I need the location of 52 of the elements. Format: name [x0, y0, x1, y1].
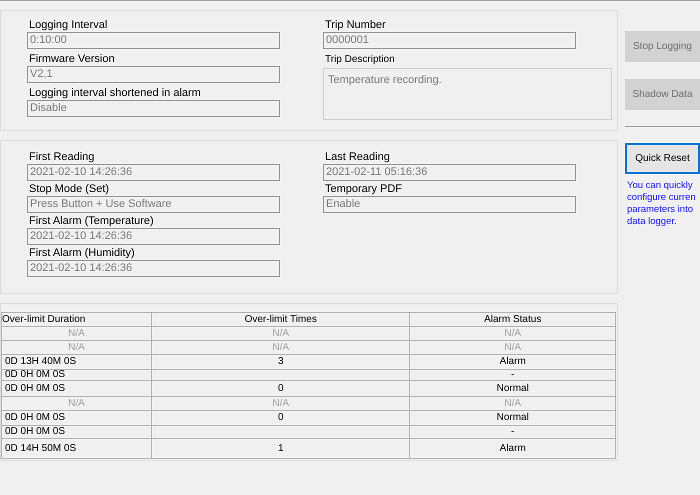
table-cell: 0D 14H 50M 0S: [5, 442, 76, 454]
table-cell: -: [511, 369, 514, 380]
table-cell: 3: [278, 356, 284, 367]
table-cell: N/A: [504, 328, 522, 338]
read-only-field[interactable]: 2021-02-11 05:16:36: [323, 164, 576, 181]
table-cell: N/A: [272, 328, 290, 338]
table-cell: N/A: [68, 398, 85, 408]
table-cell: N/A: [504, 342, 522, 352]
table-cell: 0D 0H 0M 0S: [5, 426, 66, 437]
table-cell: N/A: [272, 398, 290, 408]
quick-reset-button[interactable]: Quick Reset: [625, 143, 700, 174]
table-cell: -: [511, 426, 514, 437]
table-cell: 0D 0H 0M 0S: [5, 412, 66, 423]
read-only-field[interactable]: 0:10:00: [27, 32, 280, 49]
hint-text: You can quickly configure curren parameters into data logger.: [626, 180, 697, 228]
field-label: Trip Number: [324, 19, 387, 32]
field-label: Temporary PDF: [324, 183, 404, 196]
table-cell: N/A: [504, 398, 522, 408]
table-cell: Normal: [496, 382, 529, 394]
table-cell: N/A: [68, 328, 85, 338]
read-only-field[interactable]: 2021-02-10 14:26:36: [27, 260, 280, 277]
read-only-field[interactable]: Press Button + Use Software: [27, 196, 280, 213]
column-header: Alarm Status: [410, 312, 616, 326]
table-cell: 0D 0H 0M 0S: [5, 382, 66, 394]
field-label: Logging Interval: [28, 19, 108, 32]
read-only-field[interactable]: Disable: [27, 100, 280, 117]
table-cell: N/A: [68, 342, 85, 352]
field-label: Last Reading: [324, 151, 391, 164]
field-label: Stop Mode (Set): [28, 183, 110, 196]
table-cell: Alarm: [500, 356, 526, 367]
column-header: Over-limit Times: [152, 312, 410, 326]
read-only-field[interactable]: 2021-02-10 14:26:36: [27, 164, 280, 181]
table-cell: Alarm: [500, 442, 526, 454]
field-label: First Alarm (Temperature): [28, 215, 155, 228]
field-label: Logging interval shortened in alarm: [28, 87, 202, 100]
table-cell: 0: [278, 412, 284, 423]
read-only-field[interactable]: 0000001: [323, 32, 576, 49]
table-cell: 0: [278, 382, 284, 394]
field-label: First Alarm (Humidity): [28, 247, 136, 260]
field-label: Firmware Version: [28, 53, 116, 66]
description-text-area[interactable]: Temperature recording.: [323, 68, 612, 120]
field-label: First Reading: [28, 151, 96, 164]
read-only-field[interactable]: 2021-02-10 14:26:36: [27, 228, 280, 245]
table-cell: 1: [278, 442, 284, 454]
table-cell: Normal: [496, 412, 529, 423]
read-only-field[interactable]: Enable: [323, 196, 576, 213]
table-cell: 0D 0H 0M 0S: [5, 369, 66, 380]
field-label: Trip Description: [324, 53, 396, 66]
read-only-field[interactable]: V2,1: [27, 66, 280, 83]
column-header: Over-limit Duration: [2, 312, 152, 326]
table-cell: N/A: [272, 342, 290, 352]
table-cell: 0D 13H 40M 0S: [5, 356, 76, 367]
